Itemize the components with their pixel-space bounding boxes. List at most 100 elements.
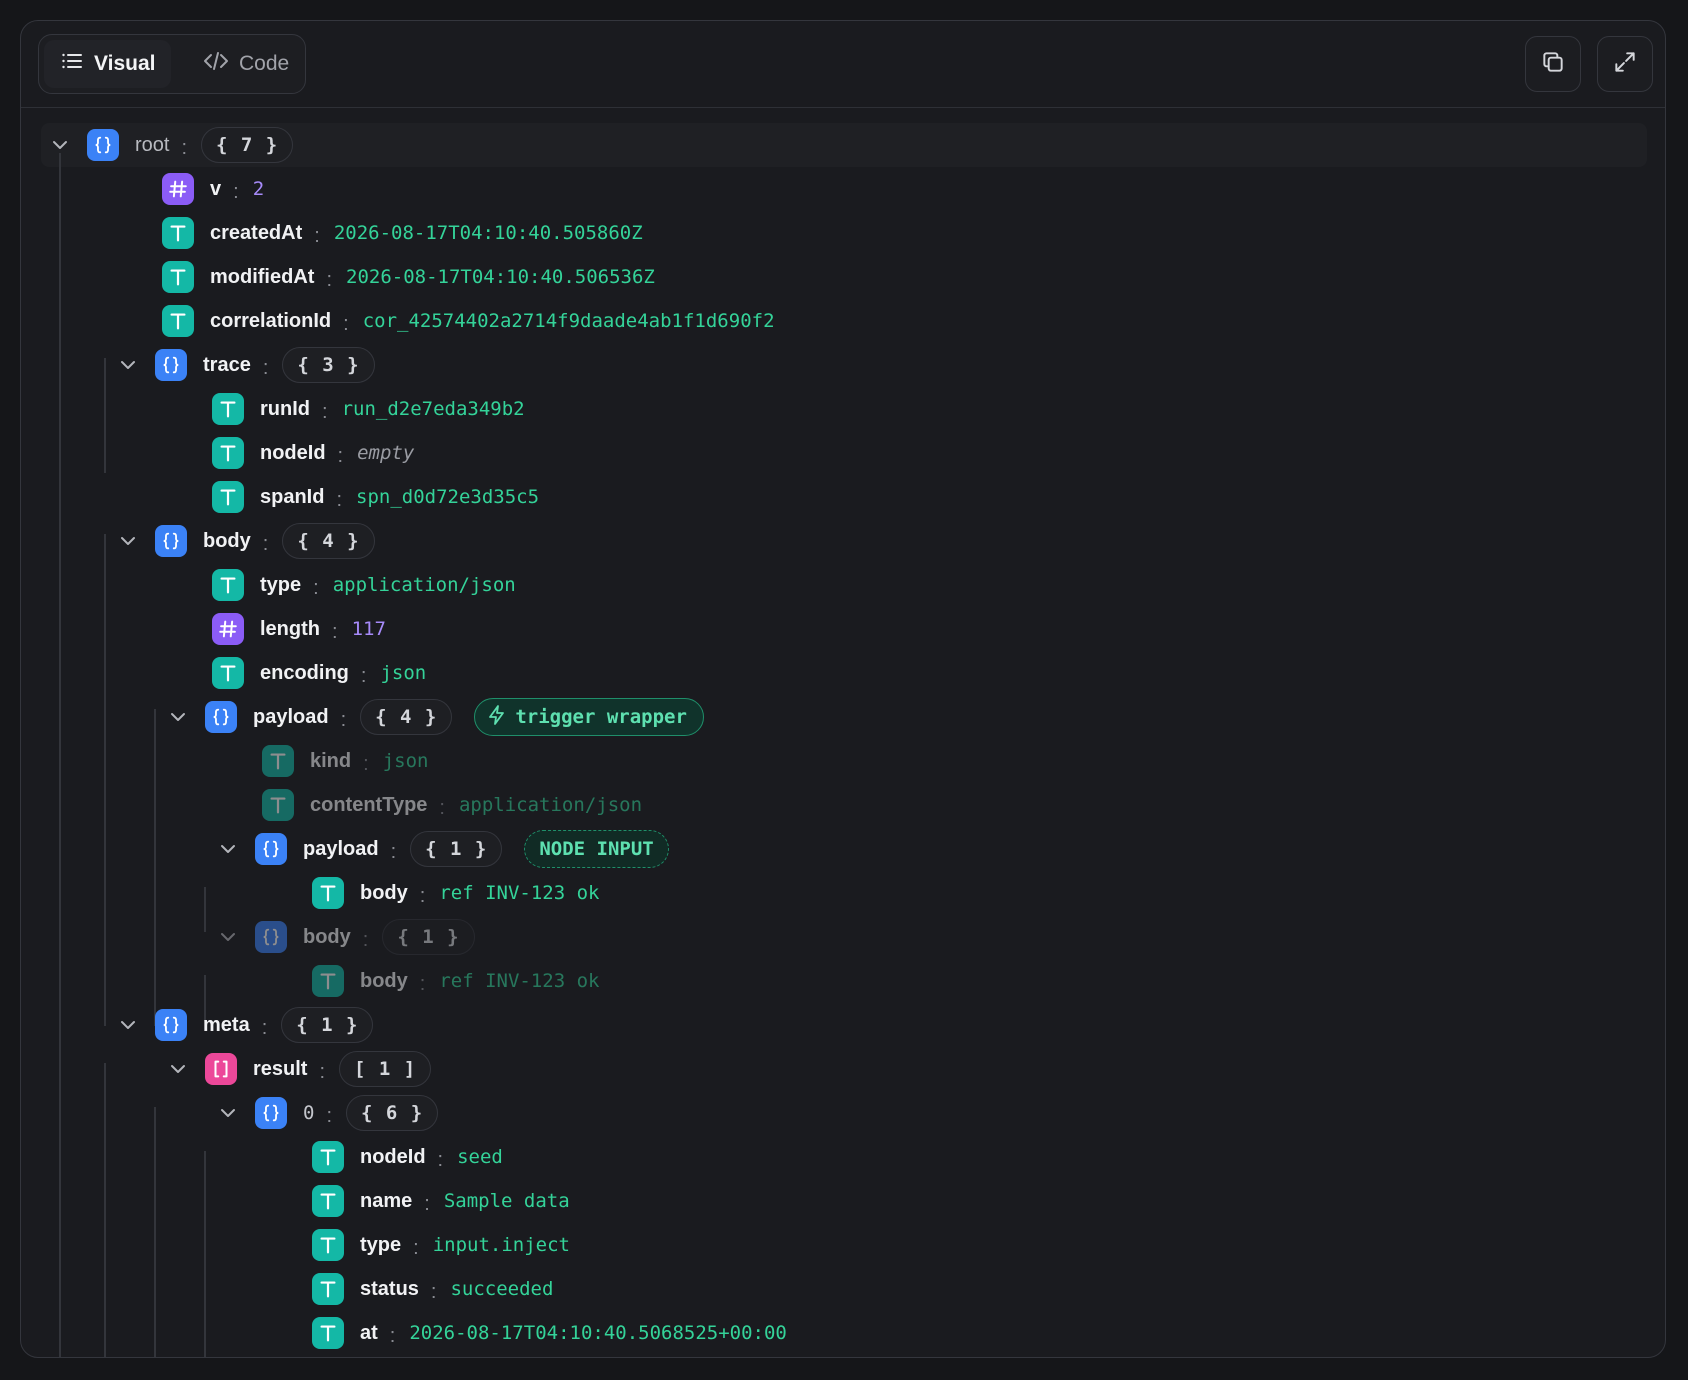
tree-node-createdAt[interactable]: createdAt : 2026-08-17T04:10:40.505860Z (162, 213, 643, 253)
tree-node-result-name[interactable]: name : Sample data (312, 1181, 570, 1221)
node-value: run_d2e7eda349b2 (341, 398, 525, 420)
guide-line-meta (104, 1063, 106, 1357)
string-type-icon (312, 1141, 344, 1173)
node-value: seed (457, 1146, 503, 1168)
string-type-icon (312, 1185, 344, 1217)
node-value: 2026-08-17T04:10:40.506536Z (346, 266, 655, 288)
colon: : (337, 444, 344, 467)
colon: : (326, 1104, 333, 1127)
tree-node-nodeId[interactable]: nodeId : empty (212, 433, 414, 473)
tree-node-contentType[interactable]: contentType : application/json (262, 785, 642, 825)
tree-node-result-nodeId[interactable]: nodeId : seed (312, 1137, 503, 1177)
node-value: json (382, 750, 429, 772)
object-type-icon (255, 1097, 287, 1129)
visual-tab[interactable]: Visual (44, 40, 172, 88)
tree-node-result[interactable]: result : [ 1 ] (163, 1049, 432, 1089)
tree-node-result-status[interactable]: status : succeeded (312, 1269, 553, 1309)
node-key: v (210, 177, 222, 200)
node-key: createdAt (210, 221, 303, 244)
node-value: Sample data (443, 1190, 570, 1212)
code-tab[interactable]: Code (187, 40, 305, 88)
visual-tab-label: Visual (94, 52, 156, 75)
node-key: type (260, 573, 302, 596)
object-type-icon (205, 701, 237, 733)
node-key: contentType (310, 793, 428, 816)
chevron-down-icon[interactable] (113, 1010, 143, 1040)
chevron-down-icon[interactable] (163, 1054, 193, 1084)
guide-line-payload (154, 709, 156, 1026)
tree-node-payload[interactable]: payload : { 4 } trigger wrapper (163, 697, 704, 737)
string-type-icon (212, 437, 244, 469)
colon: : (314, 224, 320, 247)
tree-node-inner-body[interactable]: body : { 1 } (213, 917, 475, 957)
node-count: { 1 } (382, 919, 475, 955)
colon: : (419, 972, 426, 995)
tree-node-correlationId[interactable]: correlationId : cor_42574402a2714f9daade… (162, 301, 775, 341)
node-key: correlationId (210, 309, 332, 332)
colon: : (262, 532, 269, 555)
colon: : (262, 356, 269, 379)
node-key: at (360, 1321, 378, 1344)
tree-node-result-type[interactable]: type : input.inject (312, 1225, 570, 1265)
expand-icon (1612, 49, 1638, 80)
tree-node-meta[interactable]: meta : { 1 } (113, 1005, 374, 1045)
chevron-down-icon[interactable] (45, 130, 75, 160)
chevron-down-icon[interactable] (213, 1098, 243, 1128)
guide-line-inner-payload (204, 887, 206, 932)
guide-line-result (154, 1107, 156, 1357)
colon: : (336, 488, 343, 511)
tree-node-v[interactable]: v : 2 (162, 169, 264, 209)
tree-node-spanId[interactable]: spanId : spn_d0d72e3d35c5 (212, 477, 539, 517)
colon: : (430, 1280, 437, 1303)
string-type-icon (162, 305, 194, 337)
string-type-icon (212, 393, 244, 425)
chevron-down-icon[interactable] (113, 526, 143, 556)
tree-node-item-0[interactable]: 0 : { 6 } (213, 1093, 439, 1133)
tree-node-runId[interactable]: runId : run_d2e7eda349b2 (212, 389, 525, 429)
tree-node-modifiedAt[interactable]: modifiedAt : 2026-08-17T04:10:40.506536Z (162, 257, 655, 297)
chevron-down-icon[interactable] (163, 702, 193, 732)
chevron-down-icon[interactable] (213, 834, 243, 864)
tree-node-inner-payload-body[interactable]: body : ref INV-123 ok (312, 873, 600, 913)
chevron-down-icon[interactable] (213, 922, 243, 952)
colon: : (389, 1324, 396, 1347)
string-type-icon (162, 217, 194, 249)
string-type-icon (212, 657, 244, 689)
number-type-icon (162, 173, 194, 205)
toolbar: Visual Code (21, 21, 1665, 108)
colon: : (362, 928, 369, 951)
copy-button[interactable] (1525, 36, 1581, 92)
node-key: modifiedAt (210, 265, 315, 288)
node-key: status (360, 1277, 419, 1300)
tree-node-length[interactable]: length : 117 (212, 609, 386, 649)
tree-node-inner-body-body[interactable]: body : ref INV-123 ok (312, 961, 600, 1001)
tree-node-encoding[interactable]: encoding : json (212, 653, 426, 693)
tree-node-type[interactable]: type : application/json (212, 565, 516, 605)
colon: : (363, 752, 369, 775)
colon: : (390, 840, 397, 863)
number-type-icon (212, 613, 244, 645)
chevron-down-icon[interactable] (113, 350, 143, 380)
tree-node-kind[interactable]: kind : json (262, 741, 428, 781)
tree-node-root[interactable]: root : { 7 } (45, 125, 294, 165)
colon: : (233, 180, 239, 203)
string-type-icon (262, 789, 294, 821)
tree-node-result-at[interactable]: at : 2026-08-17T04:10:40.5068525+00:00 (312, 1313, 787, 1353)
node-value: 2026-08-17T04:10:40.505860Z (333, 222, 643, 244)
expand-button[interactable] (1597, 36, 1653, 92)
guide-line-item0 (204, 1151, 206, 1357)
node-value: 117 (351, 618, 386, 640)
node-key: kind (310, 749, 352, 772)
colon: : (419, 884, 426, 907)
colon: : (340, 708, 347, 731)
tree-node-body[interactable]: body : { 4 } (113, 521, 375, 561)
node-key: spanId (260, 485, 325, 508)
guide-line-body (104, 534, 106, 1026)
string-type-icon (312, 1317, 344, 1349)
node-value-empty: empty (357, 442, 415, 464)
node-key: nodeId (360, 1145, 426, 1168)
string-type-icon (212, 569, 244, 601)
tree-node-inner-payload[interactable]: payload : { 1 } NODE INPUT (213, 829, 669, 869)
node-key: name (360, 1189, 413, 1212)
tree-node-trace[interactable]: trace : { 3 } (113, 345, 375, 385)
